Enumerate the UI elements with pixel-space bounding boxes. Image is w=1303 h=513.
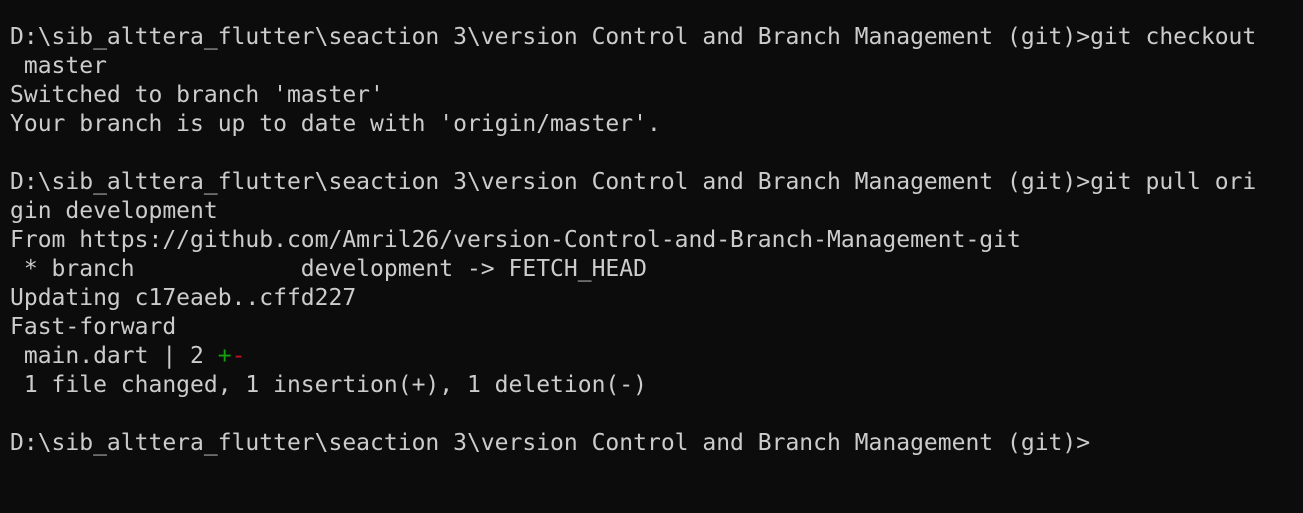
terminal-window[interactable]: D:\sib_alttera_flutter\seaction 3\versio…	[0, 0, 1303, 513]
insertion-marker: +	[217, 343, 232, 369]
output-line: Updating c17eaeb..cffd227	[10, 285, 357, 311]
summary-line: 1 file changed, 1 insertion(+), 1 deleti…	[10, 372, 647, 398]
diffstat-file: main.dart | 2	[10, 343, 218, 369]
current-prompt[interactable]: D:\sib_alttera_flutter\seaction 3\versio…	[10, 429, 1303, 458]
diffstat-line: main.dart | 2 +-	[10, 342, 1303, 371]
command-line-checkout: D:\sib_alttera_flutter\seaction 3\versio…	[10, 24, 1257, 50]
output-line: Your branch is up to date with 'origin/m…	[10, 111, 661, 137]
deletion-marker: -	[231, 343, 246, 369]
command-line-checkout-wrap: master	[10, 53, 107, 79]
output-line: Fast-forward	[10, 314, 177, 340]
output-line: Switched to branch 'master'	[10, 82, 384, 108]
output-line: * branch development -> FETCH_HEAD	[10, 256, 647, 282]
output-line: From https://github.com/Amril26/version-…	[10, 227, 1021, 253]
command-line-pull: D:\sib_alttera_flutter\seaction 3\versio…	[10, 169, 1257, 195]
command-line-pull-wrap: gin development	[10, 198, 218, 224]
